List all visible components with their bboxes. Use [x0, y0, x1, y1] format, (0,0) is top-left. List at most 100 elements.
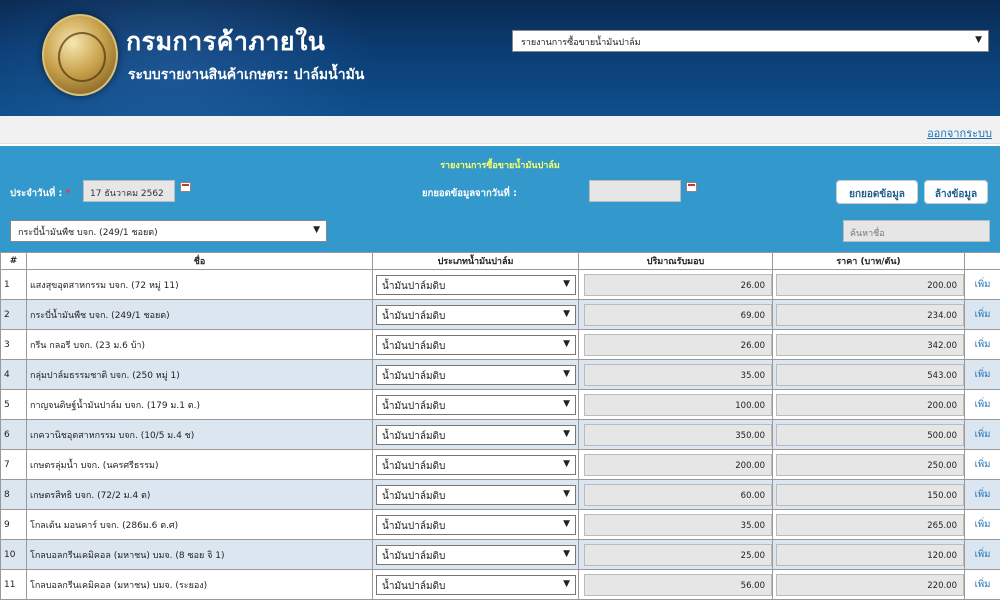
oil-type-value: น้ำมันปาล์มดิบ	[382, 430, 446, 442]
row-quantity-cell: 60.00	[578, 479, 773, 510]
quantity-input[interactable]: 35.00	[584, 363, 772, 386]
calendar-icon[interactable]	[180, 182, 191, 192]
add-link[interactable]: เพิ่ม	[964, 449, 1000, 480]
add-link[interactable]: เพิ่ม	[964, 479, 1000, 510]
price-input[interactable]: 234.00	[776, 303, 964, 326]
table-row: 8 เกษตรสิทธิ บจก. (72/2 ม.4 ต) น้ำมันปาล์ม…	[0, 479, 1000, 510]
row-quantity-cell: 350.00	[578, 419, 773, 450]
add-link[interactable]: เพิ่ม	[964, 269, 1000, 300]
oil-type-select[interactable]: น้ำมันปาล์มดิบ ▼	[376, 364, 576, 385]
report-select-value: รายงานการซื้อขายน้ำมันปาล์ม	[521, 38, 641, 48]
carry-forward-button[interactable]: ยกยอดข้อมูล	[836, 180, 918, 204]
quantity-input[interactable]: 26.00	[584, 273, 772, 296]
quantity-input[interactable]: 35.00	[584, 513, 772, 536]
price-input[interactable]: 342.00	[776, 333, 964, 356]
oil-type-select[interactable]: น้ำมันปาล์มดิบ ▼	[376, 304, 576, 325]
row-number: 5	[0, 389, 27, 420]
report-select[interactable]: รายงานการซื้อขายน้ำมันปาล์ม ▼	[512, 30, 989, 52]
oil-type-select[interactable]: น้ำมันปาล์มดิบ ▼	[376, 514, 576, 535]
quantity-input[interactable]: 69.00	[584, 303, 772, 326]
row-quantity-cell: 25.00	[578, 539, 773, 570]
row-price-cell: 220.00	[772, 569, 965, 600]
quantity-input[interactable]: 25.00	[584, 543, 772, 566]
quantity-input[interactable]: 100.00	[584, 393, 772, 416]
quantity-input[interactable]: 26.00	[584, 333, 772, 356]
date-input[interactable]: 17 ธันวาคม 2562	[83, 180, 175, 202]
oil-type-select[interactable]: น้ำมันปาล์มดิบ ▼	[376, 334, 576, 355]
price-input[interactable]: 150.00	[776, 483, 964, 506]
oil-type-select[interactable]: น้ำมันปาล์มดิบ ▼	[376, 424, 576, 445]
row-type-cell: น้ำมันปาล์มดิบ ▼	[372, 419, 579, 450]
row-number: 8	[0, 479, 27, 510]
row-name: แสงสุขอุตสาหกรรม บจก. (72 หมู่ 11)	[26, 269, 373, 300]
oil-type-value: น้ำมันปาล์มดิบ	[382, 400, 446, 412]
oil-type-value: น้ำมันปาล์มดิบ	[382, 310, 446, 322]
row-price-cell: 543.00	[772, 359, 965, 390]
dropdown-arrow-icon: ▼	[563, 488, 570, 499]
price-input[interactable]: 220.00	[776, 573, 964, 596]
carry-forward-label: ยกยอดข้อมูลจากวันที่ :	[422, 188, 517, 199]
add-link[interactable]: เพิ่ม	[964, 569, 1000, 600]
col-header-type: ประเภทน้ำมันปาล์ม	[372, 252, 579, 270]
vendor-select-value: กระบี่น้ำมันพืช บจก. (249/1 ชอยต)	[18, 228, 158, 238]
price-input[interactable]: 120.00	[776, 543, 964, 566]
dropdown-arrow-icon: ▼	[563, 308, 570, 319]
row-price-cell: 234.00	[772, 299, 965, 330]
row-price-cell: 200.00	[772, 389, 965, 420]
row-name: โกลบอลกรีนเคมิคอล (มหาชน) บมจ. (8 ซอย จิ…	[26, 539, 373, 570]
price-input[interactable]: 200.00	[776, 273, 964, 296]
oil-type-value: น้ำมันปาล์มดิบ	[382, 490, 446, 502]
oil-type-value: น้ำมันปาล์มดิบ	[382, 340, 446, 352]
row-quantity-cell: 56.00	[578, 569, 773, 600]
oil-type-select[interactable]: น้ำมันปาล์มดิบ ▼	[376, 394, 576, 415]
add-link[interactable]: เพิ่ม	[964, 329, 1000, 360]
quantity-input[interactable]: 200.00	[584, 453, 772, 476]
price-input[interactable]: 265.00	[776, 513, 964, 536]
calendar-icon[interactable]	[686, 182, 697, 192]
page-header: กรมการค้าภายใน ระบบรายงานสินค้าเกษตร: ปา…	[0, 0, 1000, 116]
add-link[interactable]: เพิ่ม	[964, 299, 1000, 330]
quantity-input[interactable]: 56.00	[584, 573, 772, 596]
dropdown-arrow-icon: ▼	[563, 578, 570, 589]
add-link[interactable]: เพิ่ม	[964, 359, 1000, 390]
col-header-quantity: ปริมาณรับมอบ	[578, 252, 773, 270]
oil-type-select[interactable]: น้ำมันปาล์มดิบ ▼	[376, 274, 576, 295]
add-link[interactable]: เพิ่ม	[964, 419, 1000, 450]
clear-button[interactable]: ล้างข้อมูล	[924, 180, 988, 204]
oil-type-value: น้ำมันปาล์มดิบ	[382, 520, 446, 532]
vendor-select[interactable]: กระบี่น้ำมันพืช บจก. (249/1 ชอยต) ▼	[10, 220, 327, 242]
logout-link[interactable]: ออกจากระบบ	[927, 124, 992, 142]
quantity-input[interactable]: 350.00	[584, 423, 772, 446]
price-input[interactable]: 543.00	[776, 363, 964, 386]
quantity-input[interactable]: 60.00	[584, 483, 772, 506]
add-link[interactable]: เพิ่ม	[964, 539, 1000, 570]
row-quantity-cell: 26.00	[578, 329, 773, 360]
price-input[interactable]: 500.00	[776, 423, 964, 446]
oil-type-select[interactable]: น้ำมันปาล์มดิบ ▼	[376, 574, 576, 595]
carry-forward-date-input[interactable]	[589, 180, 681, 202]
row-price-cell: 500.00	[772, 419, 965, 450]
row-type-cell: น้ำมันปาล์มดิบ ▼	[372, 479, 579, 510]
row-number: 3	[0, 329, 27, 360]
row-number: 9	[0, 509, 27, 540]
table-row: 2 กระบี่น้ำมันพืช บจก. (249/1 ชอยต) น้ำมัน…	[0, 299, 1000, 330]
row-type-cell: น้ำมันปาล์มดิบ ▼	[372, 389, 579, 420]
org-name: กรมการค้าภายใน	[126, 27, 326, 56]
row-name: กระบี่น้ำมันพืช บจก. (249/1 ชอยต)	[26, 299, 373, 330]
oil-type-select[interactable]: น้ำมันปาล์มดิบ ▼	[376, 484, 576, 505]
price-input[interactable]: 200.00	[776, 393, 964, 416]
date-label: ประจำวันที่ : *	[10, 186, 71, 201]
add-link[interactable]: เพิ่ม	[964, 389, 1000, 420]
oil-type-value: น้ำมันปาล์มดิบ	[382, 460, 446, 472]
row-number: 7	[0, 449, 27, 480]
price-input[interactable]: 250.00	[776, 453, 964, 476]
oil-type-select[interactable]: น้ำมันปาล์มดิบ ▼	[376, 544, 576, 565]
row-price-cell: 265.00	[772, 509, 965, 540]
add-link[interactable]: เพิ่ม	[964, 509, 1000, 540]
date-label-text: ประจำวันที่ :	[10, 188, 63, 199]
oil-type-select[interactable]: น้ำมันปาล์มดิบ ▼	[376, 454, 576, 475]
row-name: กลุ่มปาล์มธรรมชาติ บจก. (250 หมู่ 1)	[26, 359, 373, 390]
col-header-name: ชื่อ	[26, 252, 373, 270]
row-number: 1	[0, 269, 27, 300]
search-input[interactable]: ค้นหาชื่อ	[843, 220, 990, 242]
